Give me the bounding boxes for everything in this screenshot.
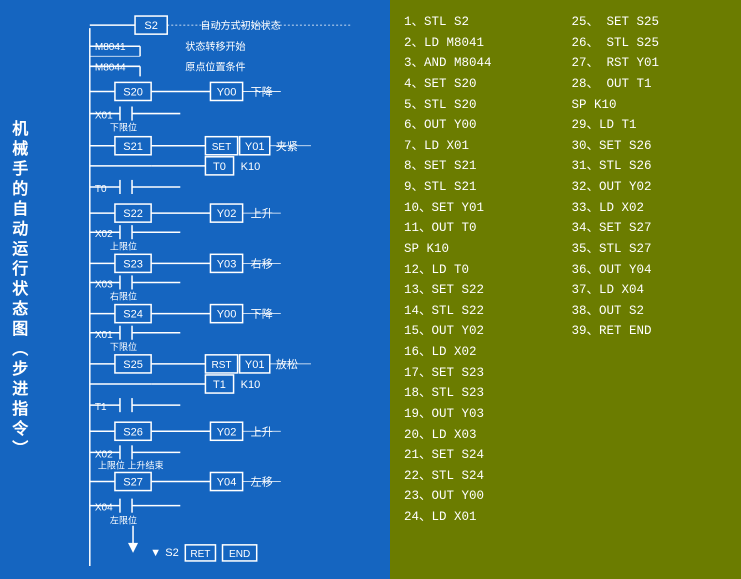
code-line: 16、LD X02 bbox=[404, 342, 560, 363]
svg-text:上升: 上升 bbox=[251, 425, 273, 438]
svg-text:Y03: Y03 bbox=[217, 258, 237, 270]
code-line: 10、SET Y01 bbox=[404, 198, 560, 219]
svg-text:S2: S2 bbox=[165, 547, 179, 559]
code-line: 14、STL S22 bbox=[404, 301, 560, 322]
code-line: 38、OUT S2 bbox=[572, 301, 728, 322]
code-line: 37、LD X04 bbox=[572, 280, 728, 301]
code-line: 22、STL S24 bbox=[404, 466, 560, 487]
code-line: SP K10 bbox=[572, 95, 728, 116]
left-panel: 机械手的自动运行状态图（步进指令） text { font-family: 'S… bbox=[0, 0, 390, 579]
code-line: 23、OUT Y00 bbox=[404, 486, 560, 507]
code-line: 31、STL S26 bbox=[572, 156, 728, 177]
svg-text:Y01: Y01 bbox=[245, 141, 265, 153]
svg-text:S21: S21 bbox=[123, 141, 143, 153]
svg-text:▼: ▼ bbox=[150, 547, 161, 559]
svg-text:Y02: Y02 bbox=[217, 426, 237, 438]
code-line: 18、STL S23 bbox=[404, 383, 560, 404]
code-column-left: 1、STL S22、LD M80413、AND M80444、SET S205、… bbox=[398, 10, 566, 569]
code-line: 3、AND M8044 bbox=[404, 53, 560, 74]
svg-text:S20: S20 bbox=[123, 86, 143, 98]
svg-text:S23: S23 bbox=[123, 258, 143, 270]
vertical-title: 机械手的自动运行状态图（步进指令） bbox=[8, 120, 27, 460]
svg-text:Y01: Y01 bbox=[245, 359, 265, 371]
svg-text:K10: K10 bbox=[241, 161, 261, 173]
svg-text:S24: S24 bbox=[123, 309, 143, 321]
code-line: 32、OUT Y02 bbox=[572, 177, 728, 198]
svg-text:M8041: M8041 bbox=[95, 42, 126, 53]
svg-text:T1: T1 bbox=[213, 379, 226, 391]
svg-text:T1: T1 bbox=[95, 402, 107, 413]
svg-text:S22: S22 bbox=[123, 208, 143, 220]
svg-text:Y04: Y04 bbox=[217, 477, 237, 489]
code-line: 24、LD X01 bbox=[404, 507, 560, 528]
svg-text:T0: T0 bbox=[213, 161, 226, 173]
svg-text:X01: X01 bbox=[95, 330, 113, 341]
code-line: 30、SET S26 bbox=[572, 136, 728, 157]
svg-text:下限位: 下限位 bbox=[110, 122, 137, 133]
svg-text:原点位置条件: 原点位置条件 bbox=[185, 60, 245, 73]
svg-text:左移: 左移 bbox=[251, 476, 273, 489]
svg-text:X01: X01 bbox=[95, 111, 113, 122]
svg-text:X02: X02 bbox=[95, 449, 113, 460]
code-line: 1、STL S2 bbox=[404, 12, 560, 33]
code-line: 21、SET S24 bbox=[404, 445, 560, 466]
svg-text:S26: S26 bbox=[123, 426, 143, 438]
svg-text:上升: 上升 bbox=[251, 207, 273, 220]
code-line: 6、OUT Y00 bbox=[404, 115, 560, 136]
svg-text:RST: RST bbox=[211, 360, 231, 371]
code-line: 36、OUT Y04 bbox=[572, 260, 728, 281]
svg-text:S2: S2 bbox=[144, 20, 158, 32]
code-line: 4、SET S20 bbox=[404, 74, 560, 95]
code-line: SP K10 bbox=[404, 239, 560, 260]
code-line: 15、OUT Y02 bbox=[404, 321, 560, 342]
svg-text:S25: S25 bbox=[123, 359, 143, 371]
code-line: 34、SET S27 bbox=[572, 218, 728, 239]
code-line: 39、RET END bbox=[572, 321, 728, 342]
code-line: 28、 OUT T1 bbox=[572, 74, 728, 95]
code-line: 12、LD T0 bbox=[404, 260, 560, 281]
code-line: 17、SET S23 bbox=[404, 363, 560, 384]
code-line: 27、 RST Y01 bbox=[572, 53, 728, 74]
code-line: 25、 SET S25 bbox=[572, 12, 728, 33]
code-line: 33、LD X02 bbox=[572, 198, 728, 219]
code-line: 20、LD X03 bbox=[404, 425, 560, 446]
svg-text:Y02: Y02 bbox=[217, 208, 237, 220]
code-line: 29、LD T1 bbox=[572, 115, 728, 136]
svg-text:K10: K10 bbox=[241, 379, 261, 391]
svg-text:状态转移开始: 状态转移开始 bbox=[185, 40, 245, 53]
svg-text:Y00: Y00 bbox=[217, 309, 237, 321]
svg-text:T0: T0 bbox=[95, 184, 107, 195]
svg-text:M8044: M8044 bbox=[95, 62, 126, 73]
svg-text:RET: RET bbox=[190, 549, 210, 560]
code-line: 9、STL S21 bbox=[404, 177, 560, 198]
svg-text:右限位: 右限位 bbox=[110, 291, 137, 302]
code-line: 26、 STL S25 bbox=[572, 33, 728, 54]
svg-text:上限位: 上限位 bbox=[110, 240, 137, 251]
svg-text:X04: X04 bbox=[95, 503, 113, 514]
svg-text:夹紧: 夹紧 bbox=[276, 140, 298, 153]
code-line: 7、LD X01 bbox=[404, 136, 560, 157]
code-line: 35、STL S27 bbox=[572, 239, 728, 260]
svg-text:自动方式初始状态: 自动方式初始状态 bbox=[200, 19, 280, 32]
svg-text:下限位: 下限位 bbox=[110, 341, 137, 352]
code-line: 11、OUT T0 bbox=[404, 218, 560, 239]
code-column-right: 25、 SET S2526、 STL S2527、 RST Y0128、 OUT… bbox=[566, 10, 734, 569]
svg-text:Y00: Y00 bbox=[217, 86, 237, 98]
svg-text:X02: X02 bbox=[95, 229, 113, 240]
code-line: 13、SET S22 bbox=[404, 280, 560, 301]
svg-text:SET: SET bbox=[212, 142, 232, 153]
code-line: 8、SET S21 bbox=[404, 156, 560, 177]
code-line: 19、OUT Y03 bbox=[404, 404, 560, 425]
svg-text:END: END bbox=[229, 549, 250, 560]
svg-text:X03: X03 bbox=[95, 279, 113, 290]
code-line: 5、STL S20 bbox=[404, 95, 560, 116]
code-line: 2、LD M8041 bbox=[404, 33, 560, 54]
svg-text:上限位 上升结束: 上限位 上升结束 bbox=[98, 459, 164, 470]
svg-text:S27: S27 bbox=[123, 477, 143, 489]
svg-text:左限位: 左限位 bbox=[110, 515, 137, 526]
ladder-area: text { font-family: 'SimHei', 'Microsoft… bbox=[55, 8, 386, 571]
right-panel: 1、STL S22、LD M80413、AND M80444、SET S205、… bbox=[390, 0, 741, 579]
